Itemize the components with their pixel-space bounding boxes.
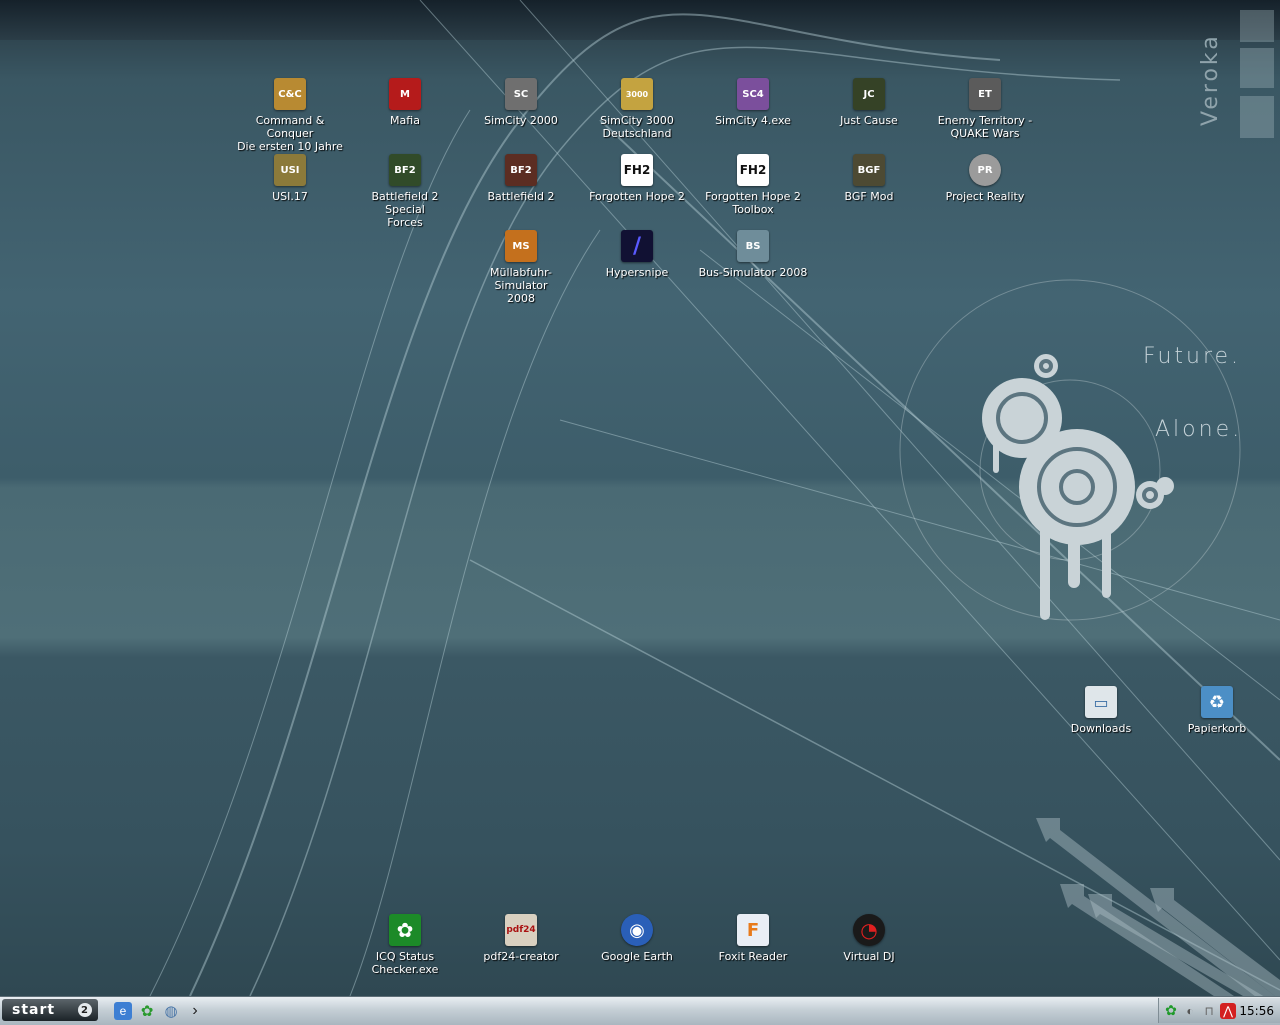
desktop-icon-downloads[interactable]: ▭ Downloads [1046, 686, 1156, 735]
bgf-icon: BGF [853, 154, 885, 186]
antivir-tray-icon[interactable]: ⋀ [1220, 1002, 1236, 1019]
desktop-icon-muellabfuhr[interactable]: MS Müllabfuhr-Simulator 2008 [466, 230, 576, 305]
desktop-icon-forgotten-hope-2[interactable]: FH2 Forgotten Hope 2 [582, 154, 692, 203]
desktop-icon-simcity-3000[interactable]: 3000 SimCity 3000 Deutschland [582, 78, 692, 140]
desktop-icon-label: Virtual DJ [843, 950, 895, 963]
bf2-icon: BF2 [505, 154, 537, 186]
desktop-icon-label: USI.17 [272, 190, 308, 203]
desktop-icon-mafia[interactable]: M Mafia [350, 78, 460, 127]
start-button[interactable]: start 2 [2, 999, 98, 1021]
desktop-icon-google-earth[interactable]: ◉ Google Earth [582, 914, 692, 963]
desktop-icon-label: Command & Conquer Die ersten 10 Jahre [237, 114, 343, 153]
desktop-icon-foxit-reader[interactable]: F Foxit Reader [698, 914, 808, 963]
desktop-icon-label: Enemy Territory - QUAKE Wars [937, 114, 1033, 140]
desktop-icon-label: ICQ Status Checker.exe [371, 950, 439, 976]
icq-icon: ✿ [389, 914, 421, 946]
desktop-icon-label: Foxit Reader [718, 950, 788, 963]
desktop-icon-label: Forgotten Hope 2 Toolbox [705, 190, 801, 216]
recycle-bin-icon: ♻ [1201, 686, 1233, 718]
desktop-icon-just-cause[interactable]: JC Just Cause [814, 78, 924, 127]
clock[interactable]: 15:56 [1239, 1004, 1274, 1018]
desktop-icon-simcity-4[interactable]: SC4 SimCity 4.exe [698, 78, 808, 127]
wallpaper-alone-text: Alone. [1155, 417, 1243, 442]
usi-icon: USI [274, 154, 306, 186]
desktop[interactable]: Veroka Future. Alone. C&C Command & Conq… [0, 0, 1280, 996]
desktop-icon-label: Downloads [1070, 722, 1132, 735]
ie-icon[interactable]: e [114, 1002, 132, 1020]
mafia-icon: M [389, 78, 421, 110]
desktop-icon-icq-status[interactable]: ✿ ICQ Status Checker.exe [350, 914, 460, 976]
desktop-icon-label: Papierkorb [1187, 722, 1247, 735]
chevron-right-icon[interactable]: › [186, 1002, 204, 1020]
desktop-icon-label: Hypersnipe [605, 266, 669, 279]
desktop-icon-papierkorb[interactable]: ♻ Papierkorb [1162, 686, 1272, 735]
bus-icon: BS [737, 230, 769, 262]
garbage-truck-icon: MS [505, 230, 537, 262]
start-orb-icon: 2 [78, 1003, 92, 1017]
just-cause-icon: JC [853, 78, 885, 110]
desktop-icon-usi17[interactable]: USI USI.17 [235, 154, 345, 203]
desktop-icon-battlefield-2[interactable]: BF2 Battlefield 2 [466, 154, 576, 203]
desktop-icon-label: Google Earth [601, 950, 673, 963]
hypersnipe-icon: / [621, 230, 653, 262]
desktop-icon-project-reality[interactable]: PR Project Reality [930, 154, 1040, 203]
desktop-icon-label: Battlefield 2 [487, 190, 555, 203]
desktop-icon-bf2-special-forces[interactable]: BF2 Battlefield 2 Special Forces [350, 154, 460, 229]
bf2sf-icon: BF2 [389, 154, 421, 186]
desktop-icon-label: Battlefield 2 Special Forces [371, 190, 439, 229]
desktop-icon-label: Forgotten Hope 2 [589, 190, 685, 203]
simcity-icon: SC [505, 78, 537, 110]
google-earth-icon: ◉ [621, 914, 653, 946]
desktop-icon-pdf24[interactable]: pdf24 pdf24-creator [466, 914, 576, 963]
desktop-icon-label: SimCity 2000 [484, 114, 558, 127]
fh2-icon: FH2 [621, 154, 653, 186]
network-tray-icon[interactable]: ◐ [1182, 1003, 1198, 1019]
desktop-icon-label: Mafia [390, 114, 420, 127]
globe-icon[interactable]: ◍ [162, 1002, 180, 1020]
desktop-icon-virtual-dj[interactable]: ◔ Virtual DJ [814, 914, 924, 963]
desktop-icon-hypersnipe[interactable]: / Hypersnipe [582, 230, 692, 279]
simcity4-icon: SC4 [737, 78, 769, 110]
desktop-icon-label: Müllabfuhr-Simulator 2008 [490, 266, 552, 305]
desktop-icon-label: pdf24-creator [483, 950, 559, 963]
folder-icon: ▭ [1085, 686, 1117, 718]
desktop-icon-label: Project Reality [945, 190, 1025, 203]
desktop-icon-label: SimCity 3000 Deutschland [600, 114, 674, 140]
wallpaper-brand-text: Veroka [1198, 33, 1223, 126]
icq-icon[interactable]: ✿ [138, 1002, 156, 1020]
fh2-toolbox-icon: FH2 [737, 154, 769, 186]
desktop-icon-command-conquer[interactable]: C&C Command & Conquer Die ersten 10 Jahr… [235, 78, 345, 153]
foxit-icon: F [737, 914, 769, 946]
desktop-icon-fh2-toolbox[interactable]: FH2 Forgotten Hope 2 Toolbox [698, 154, 808, 216]
desktop-icon-bgf-mod[interactable]: BGF BGF Mod [814, 154, 924, 203]
start-label: start [12, 1002, 56, 1018]
desktop-icon-bus-simulator[interactable]: BS Bus-Simulator 2008 [698, 230, 808, 279]
simcity3000-icon: 3000 [621, 78, 653, 110]
taskbar: start 2 e ✿ ◍ › ✿ ◐ ⊓ ⋀ 15:56 [0, 996, 1280, 1025]
desktop-icon-label: Bus-Simulator 2008 [698, 266, 808, 279]
pdf24-icon: pdf24 [505, 914, 537, 946]
virtual-dj-icon: ◔ [853, 914, 885, 946]
cc-icon: C&C [274, 78, 306, 110]
pr-icon: PR [969, 154, 1001, 186]
quick-launch-bar: e ✿ ◍ › [114, 1001, 204, 1021]
wallpaper-future-text: Future. [1143, 344, 1242, 369]
desktop-icon-enemy-territory[interactable]: ET Enemy Territory - QUAKE Wars [930, 78, 1040, 140]
desktop-icon-label: Just Cause [840, 114, 898, 127]
system-tray: ✿ ◐ ⊓ ⋀ 15:56 [1158, 998, 1280, 1023]
safely-remove-tray-icon[interactable]: ⊓ [1201, 1003, 1217, 1019]
icq-tray-icon[interactable]: ✿ [1163, 1002, 1179, 1019]
desktop-icon-label: SimCity 4.exe [715, 114, 791, 127]
desktop-icon-label: BGF Mod [844, 190, 894, 203]
wallpaper-art [149, 0, 1280, 996]
desktop-icon-simcity-2000[interactable]: SC SimCity 2000 [466, 78, 576, 127]
etqw-icon: ET [969, 78, 1001, 110]
